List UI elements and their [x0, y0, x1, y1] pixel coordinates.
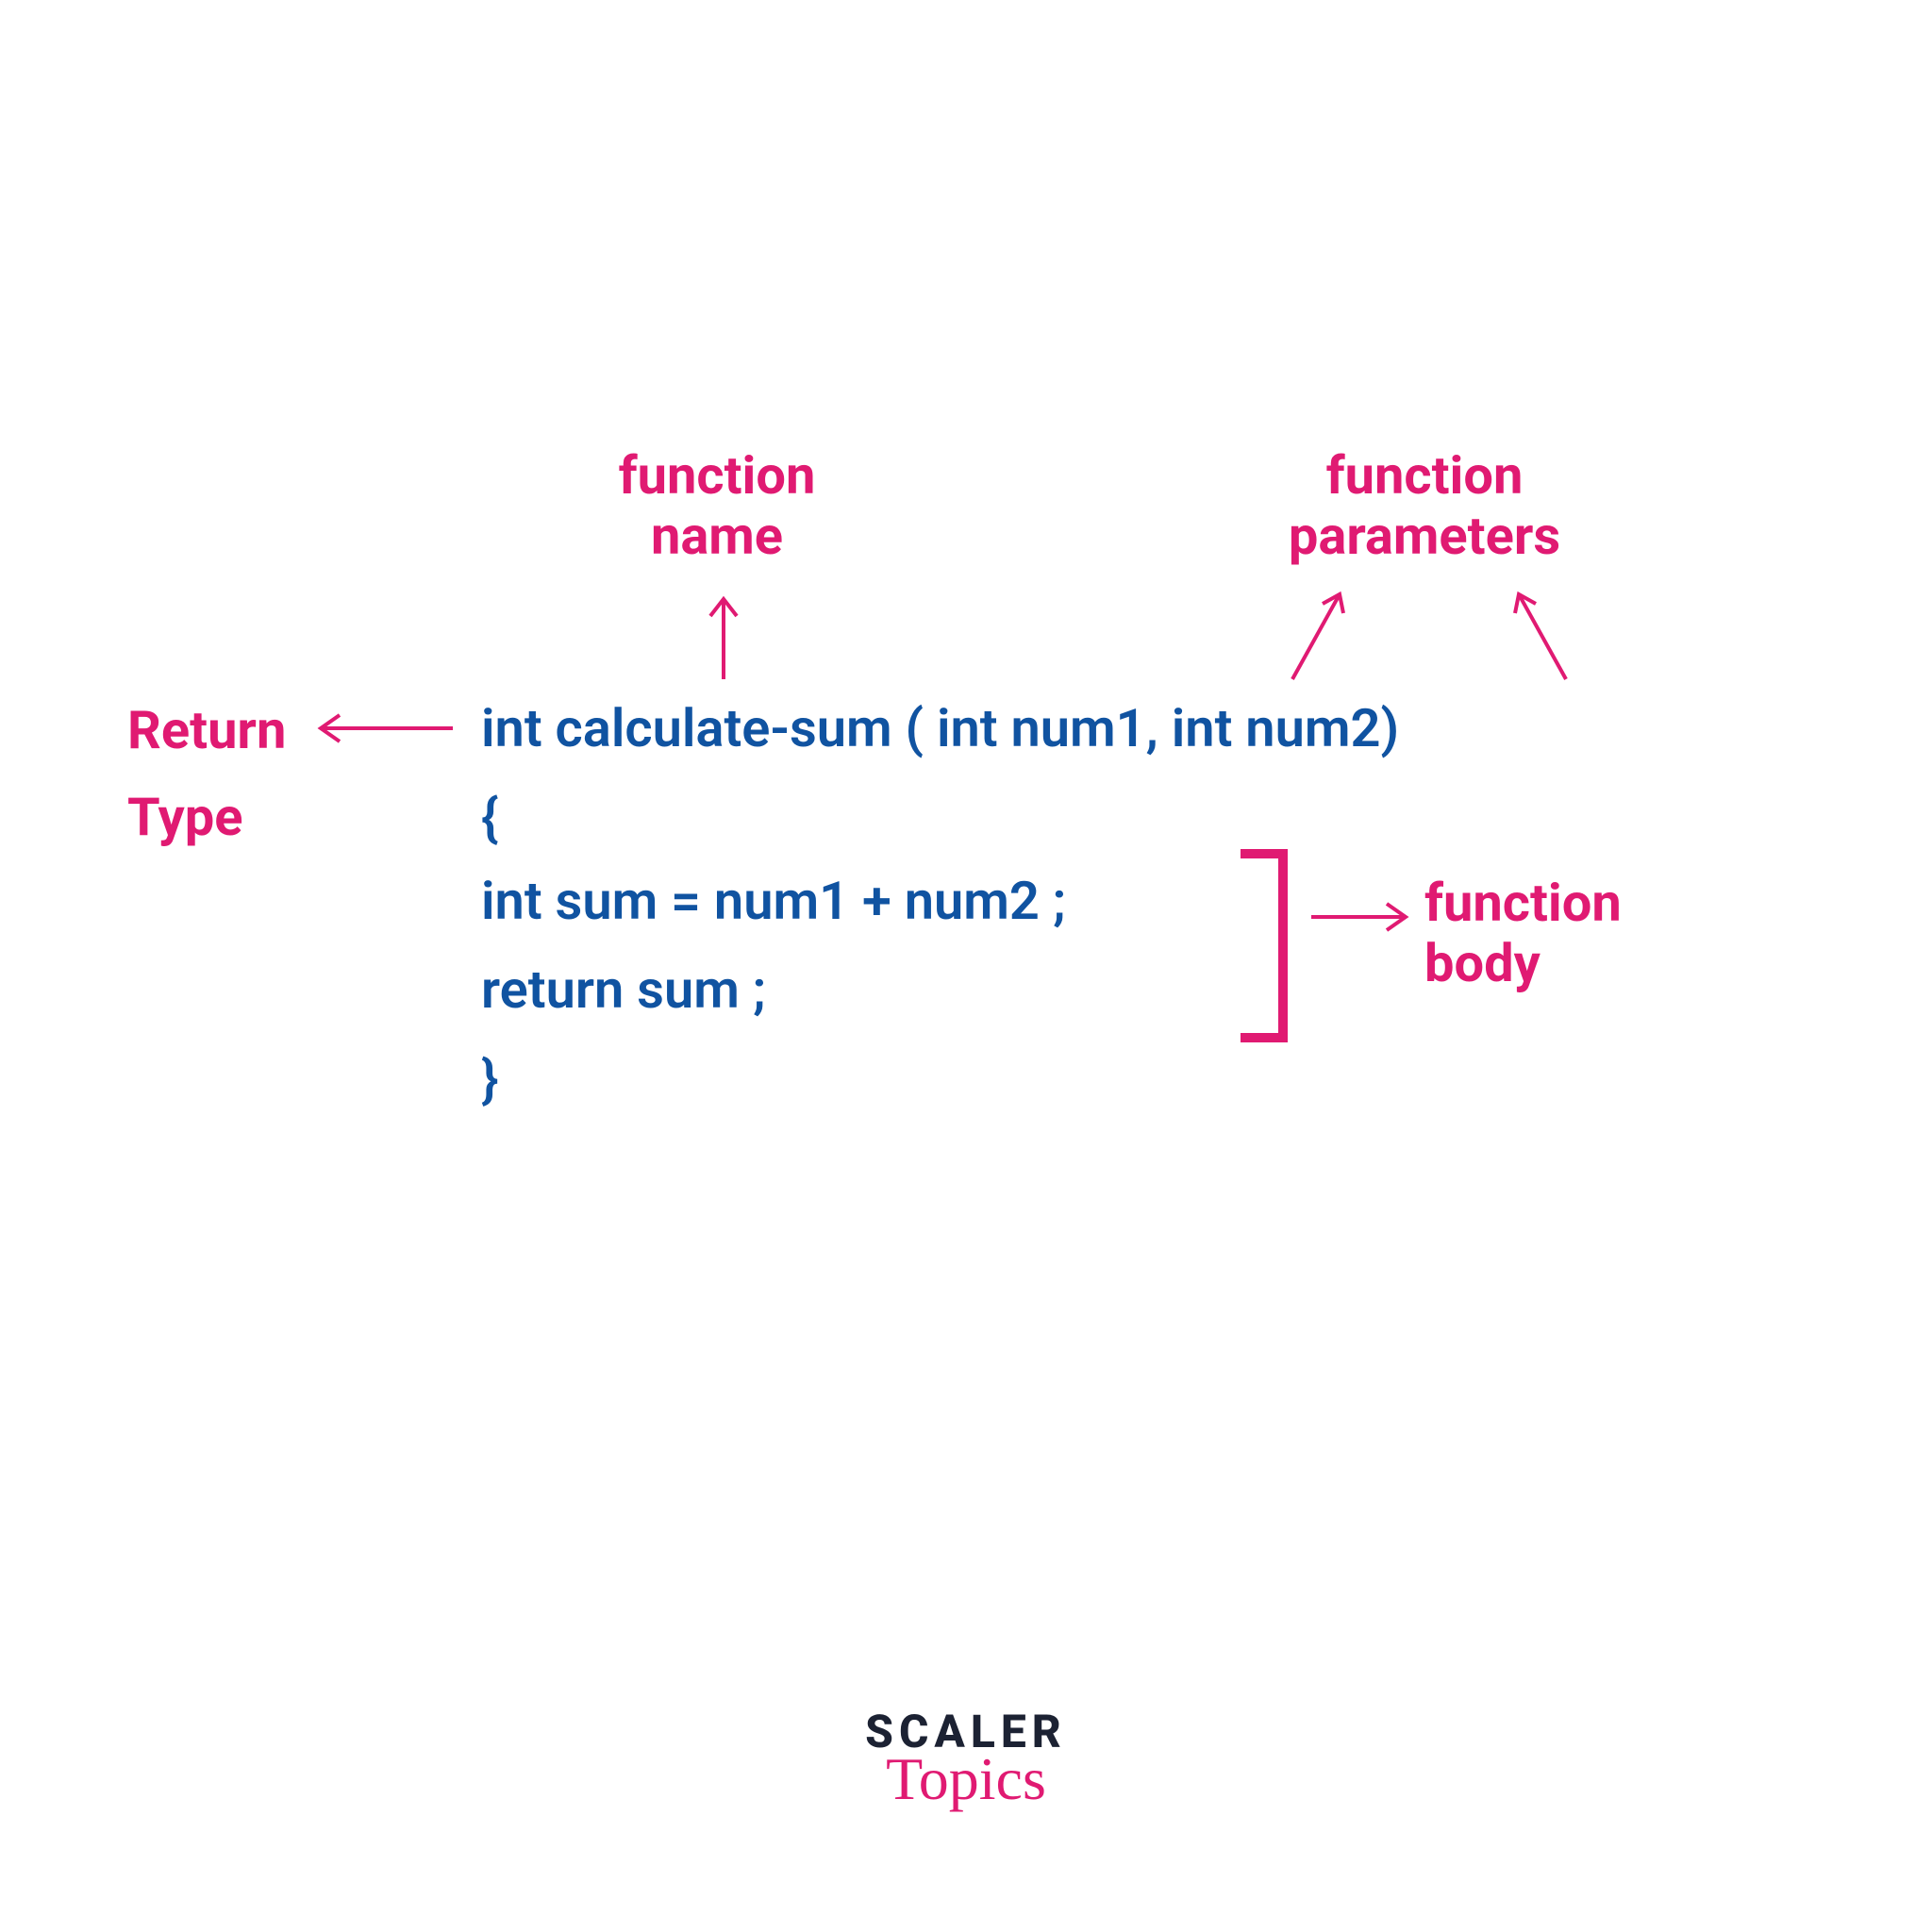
arrow-param2-icon — [1515, 594, 1566, 679]
diagram-canvas: function name function parameters Return… — [0, 0, 1932, 1932]
arrow-param1-icon — [1292, 594, 1343, 679]
bracket-body-icon — [1245, 854, 1283, 1038]
arrows-overlay — [0, 0, 1932, 1932]
arrow-function-body-icon — [1311, 904, 1406, 930]
label-return-type-line2: Type — [127, 787, 286, 847]
arrow-return-type-icon — [321, 715, 453, 741]
code-signature: int calculate-sum ( int num1, int num2) — [481, 701, 1399, 757]
label-function-name-line2: name — [557, 506, 877, 566]
code-body-line1: int sum = num1 + num2 ; — [481, 874, 1066, 929]
code-open-brace: { — [481, 791, 499, 846]
label-function-name-line1: function — [557, 445, 877, 506]
label-function-name: function name — [557, 445, 877, 567]
arrow-function-name-icon — [710, 599, 737, 679]
label-function-parameters: function parameters — [1226, 445, 1623, 567]
label-return-type-line1: Return — [127, 700, 286, 760]
label-function-parameters-line1: function — [1226, 445, 1623, 506]
label-function-body-line1: function — [1424, 873, 1622, 933]
label-function-body-line2: body — [1424, 933, 1622, 993]
label-function-parameters-line2: parameters — [1226, 506, 1623, 566]
label-return-type: Return Type — [127, 700, 286, 848]
logo: SCALER Topics — [865, 1709, 1067, 1809]
label-function-body: function body — [1424, 873, 1622, 994]
code-close-brace: } — [481, 1052, 499, 1108]
code-body-line2: return sum ; — [481, 962, 766, 1018]
logo-topics-text: Topics — [865, 1749, 1067, 1809]
